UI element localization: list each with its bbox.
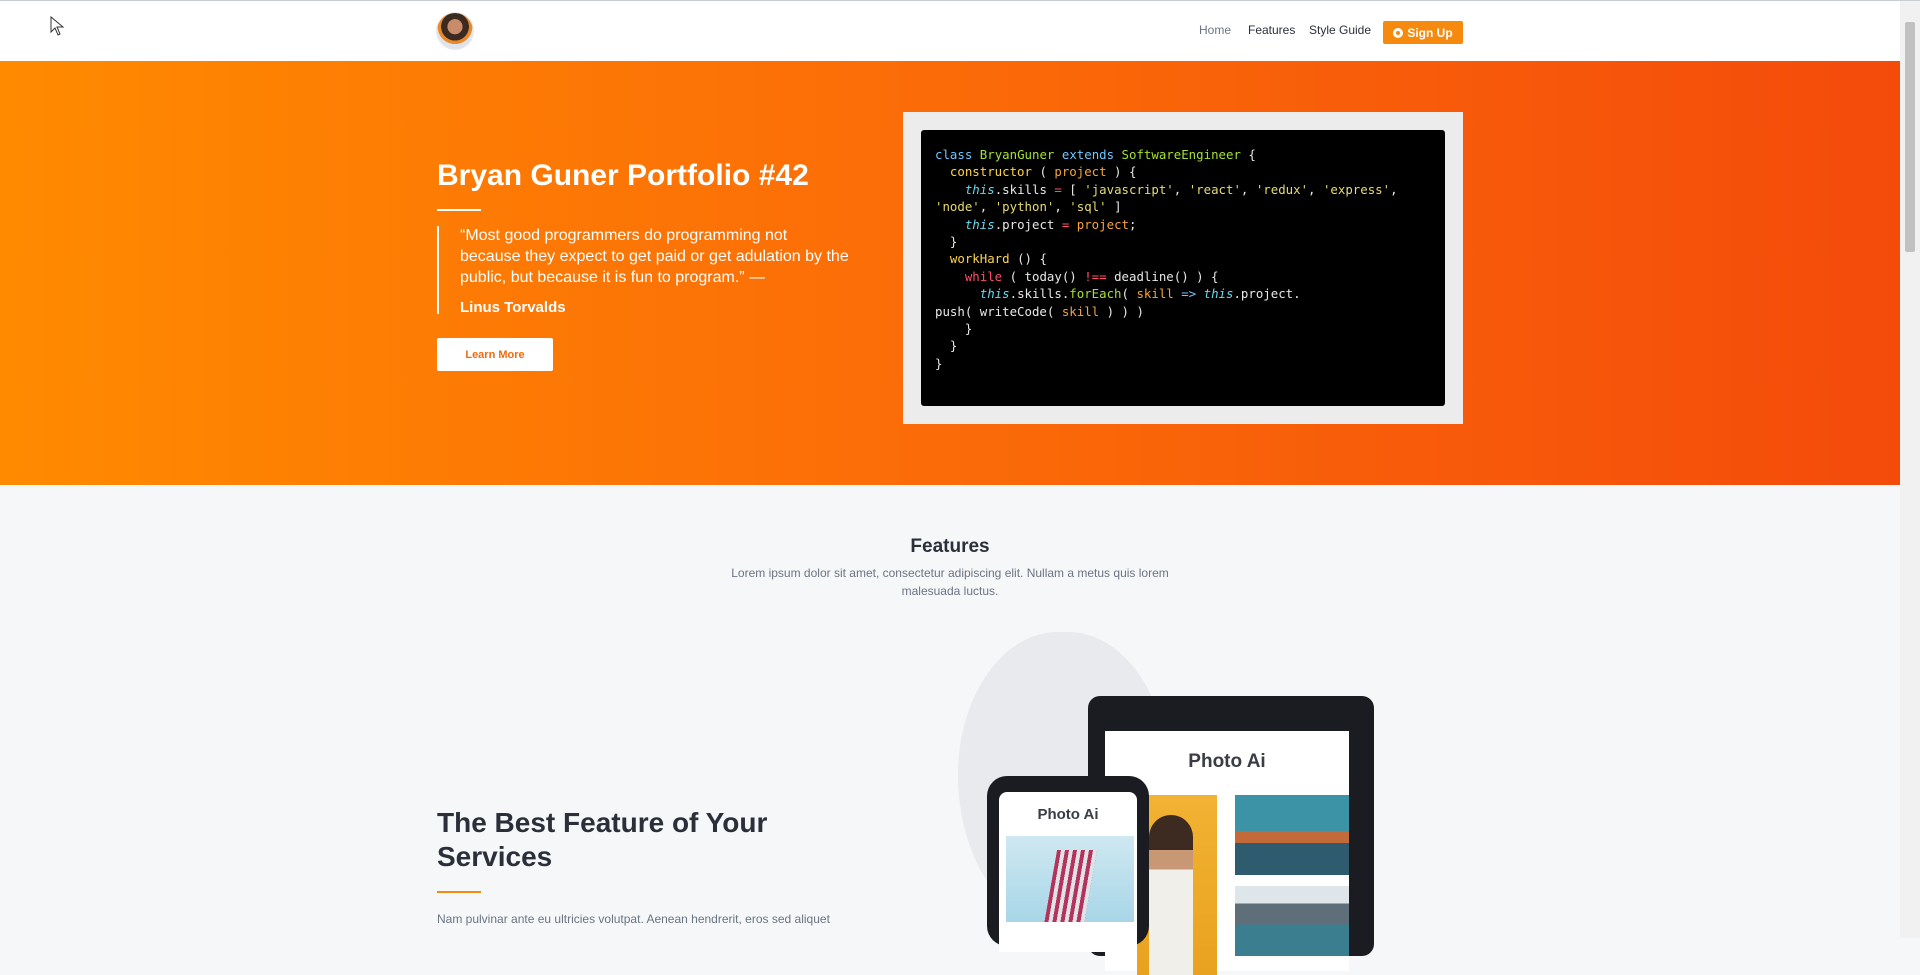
learn-more-button[interactable]: Learn More: [437, 338, 553, 371]
person-figure: [1149, 815, 1193, 975]
hero-title: Bryan Guner Portfolio #42: [437, 159, 809, 192]
code-line: this.project = project;: [964, 216, 1137, 232]
hero-quote: “Most good programmers do programming no…: [460, 227, 849, 286]
code-line: }: [935, 355, 943, 371]
avatar[interactable]: [437, 13, 473, 49]
signup-button[interactable]: Sign Up: [1383, 21, 1463, 44]
hero-title-underline: [437, 209, 481, 211]
phone-mockup: Photo Ai: [987, 776, 1149, 952]
code-line: }: [935, 321, 973, 337]
best-feature-underline: [437, 891, 481, 893]
photo-landscape: [1235, 886, 1349, 956]
code-line: }: [935, 234, 958, 250]
site-header: Home Features Style Guide Sign Up: [0, 1, 1900, 61]
tablet-app-title: Photo Ai: [1188, 751, 1266, 772]
phone-app-title: Photo Ai: [1037, 806, 1099, 823]
signup-label: Sign Up: [1407, 25, 1453, 40]
scrollbar-thumb[interactable]: [1905, 22, 1915, 252]
nav-features[interactable]: Features: [1248, 23, 1295, 37]
hero-section: Bryan Guner Portfolio #42 “Most good pro…: [0, 61, 1900, 485]
code-line: constructor ( project ) {: [949, 164, 1137, 180]
best-feature-text: Nam pulvinar ante eu ultricies volutpat.…: [437, 912, 830, 926]
github-icon: [1393, 27, 1404, 38]
photo-building: [1006, 836, 1134, 922]
code-line: class BryanGuner extends SoftwareEnginee…: [935, 147, 1256, 162]
best-feature-title: The Best Feature of Your Services: [437, 807, 768, 872]
nav-style-guide[interactable]: Style Guide: [1309, 23, 1371, 37]
code-snippet: class BryanGuner extends SoftwareEnginee…: [921, 130, 1445, 406]
code-line: 'node', 'python', 'sql' ]: [935, 199, 1122, 215]
code-line: }: [935, 338, 958, 354]
code-line: while ( today() !== deadline() ) {: [964, 268, 1219, 284]
building-shape: [1042, 850, 1098, 922]
code-line: this.skills = [ 'javascript', 'react', '…: [964, 181, 1398, 197]
code-line: this.skills.forEach( skill => this.proje…: [979, 286, 1301, 302]
code-line: push( writeCode( skill ) ) ): [935, 303, 1144, 319]
features-title: Features: [910, 536, 990, 557]
features-subtitle: Lorem ipsum dolor sit amet, consectetur …: [731, 566, 1169, 598]
phone-screen: Photo Ai: [999, 792, 1137, 952]
nav-home[interactable]: Home: [1199, 23, 1231, 37]
photo-city: [1235, 795, 1349, 875]
photo-portrait: [1137, 795, 1217, 975]
quote-bar: [437, 226, 439, 314]
mouse-cursor-icon: [50, 16, 65, 36]
code-frame: class BryanGuner extends SoftwareEnginee…: [903, 112, 1463, 424]
quote-author: Linus Torvalds: [460, 299, 566, 316]
code-line: workHard () {: [949, 251, 1047, 267]
